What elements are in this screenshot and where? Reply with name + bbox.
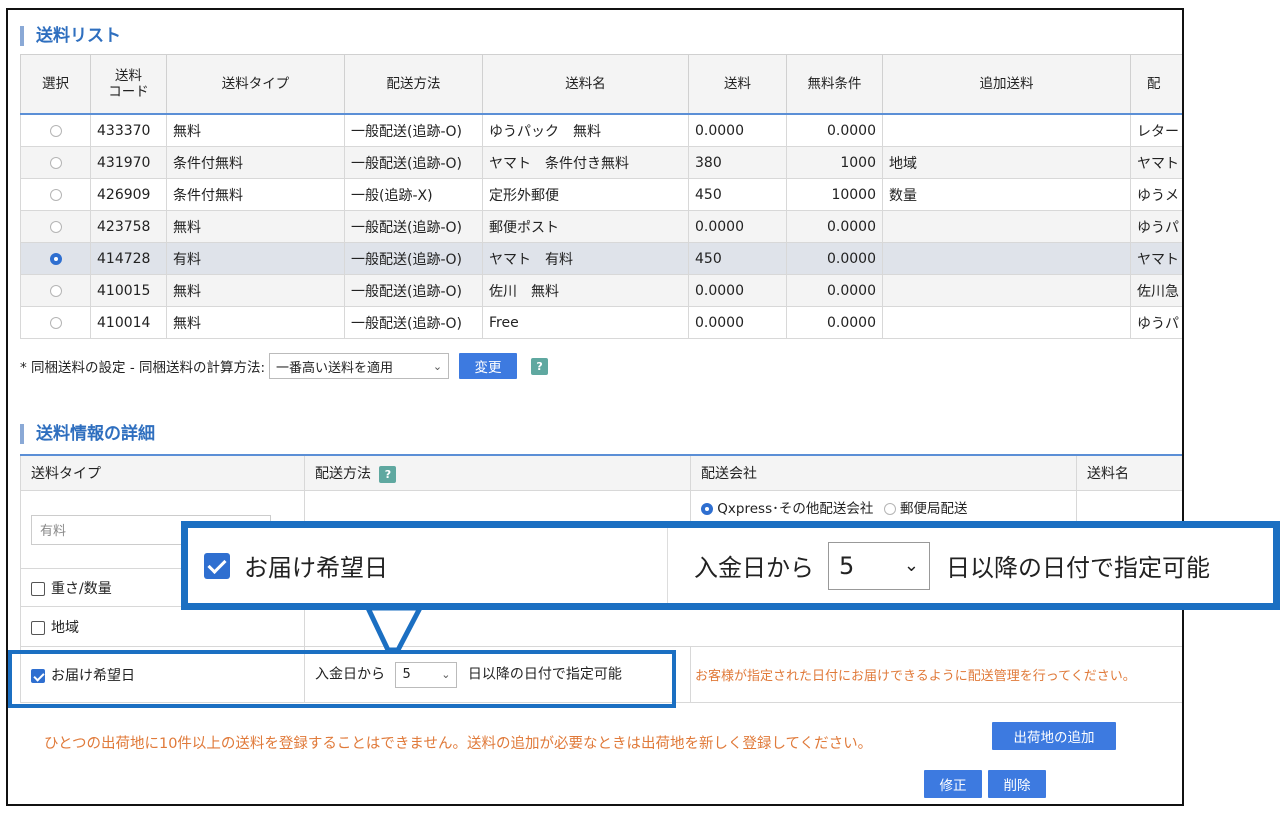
chevron-down-icon: ⌄ <box>903 555 919 576</box>
callout-delivery-label: お届け希望日 <box>244 554 388 582</box>
callout-days-select: 5 ⌄ <box>828 541 930 590</box>
callout-days-value: 5 <box>839 551 855 580</box>
callout-zoom: お届け希望日 入金日から 5 ⌄ 日以降の日付で指定可能 <box>181 521 1280 610</box>
callout-connector <box>365 605 423 653</box>
callout-after-label: 日以降の日付で指定可能 <box>946 554 1210 582</box>
callout-from-label: 入金日から <box>694 554 814 582</box>
callout-checkbox-icon <box>204 552 230 579</box>
